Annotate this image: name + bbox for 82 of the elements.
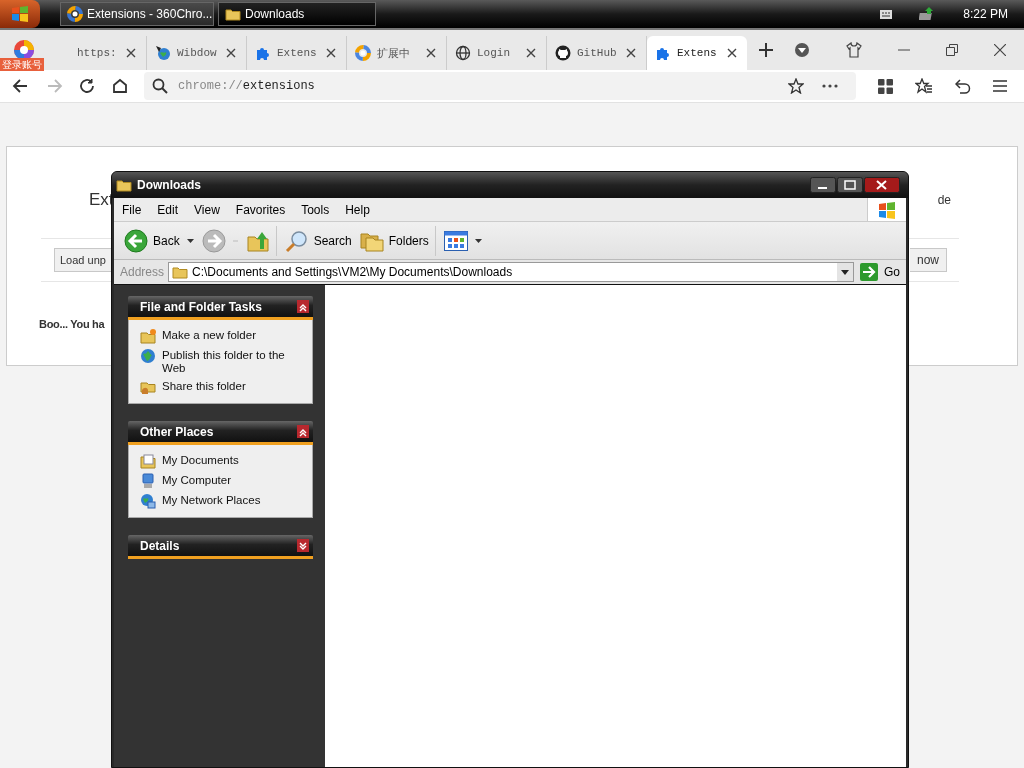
folder-icon [225,7,241,21]
taskbar-button[interactable]: Extensions - 360Chro... [60,2,214,26]
menu-item[interactable]: File [114,202,150,217]
panel-header[interactable]: Other Places [128,421,313,445]
keyboard-icon[interactable] [879,8,894,20]
close-icon[interactable] [727,48,737,58]
collapse-icon[interactable] [297,425,309,438]
panel-header[interactable]: File and Folder Tasks [128,296,313,320]
clock-time: 8:22 PM [963,7,1008,21]
dropdown-circle-icon[interactable] [794,42,810,58]
menu-item[interactable]: Favorites [227,202,294,217]
menu-item[interactable]: Help [337,202,378,217]
computer-icon[interactable] [140,473,156,489]
menu-item[interactable]: Edit [149,202,187,217]
ring-logo-icon [355,45,371,61]
favorites-icon[interactable] [915,78,933,94]
close-icon[interactable] [864,177,900,193]
expand-icon[interactable] [297,539,309,552]
close-icon[interactable] [326,48,336,58]
window-title: Downloads [137,178,201,192]
globe-icon[interactable] [140,348,156,364]
grid-icon[interactable] [878,78,893,94]
restore-icon[interactable] [946,44,958,56]
windows-logo-icon [877,200,897,219]
search-icon [152,78,168,94]
close-icon[interactable] [426,48,436,58]
start-button[interactable] [0,0,40,28]
folder-icon [116,178,132,192]
taskbar-button[interactable]: Downloads [218,2,376,26]
undo-icon[interactable] [955,78,971,94]
folders-button[interactable]: Folders [355,225,436,256]
shirt-icon[interactable] [846,42,862,58]
empty-message: Boo... You ha [39,318,105,330]
go-arrow-icon [860,263,878,281]
puzzle-icon [655,45,671,61]
task-link[interactable]: Make a new folder [162,328,256,342]
task-link[interactable]: My Network Places [162,493,261,507]
windows-logo-icon [11,6,29,22]
reload-icon[interactable] [78,77,96,95]
close-icon[interactable] [526,48,536,58]
toggle-label: de [937,192,951,207]
home-icon[interactable] [111,77,129,95]
address-bar[interactable]: chrome://extensions [144,72,856,100]
star-icon[interactable] [788,78,804,94]
octocat-icon [555,45,571,61]
menu-item[interactable]: Tools [293,202,338,217]
close-icon[interactable] [226,48,236,58]
panel-header[interactable]: Details [128,535,313,559]
close-icon[interactable] [126,48,136,58]
task-link[interactable]: My Computer [162,473,232,487]
folder-icon [172,265,189,279]
close-icon[interactable] [994,44,1006,56]
search-icon [284,228,309,253]
task-link[interactable]: Publish this folder to the Web [162,348,304,375]
back-button[interactable]: Back [120,225,198,256]
documents-folder-icon[interactable] [140,453,156,469]
puzzle-icon [255,45,271,61]
views-icon [443,230,468,251]
back-arrow-icon[interactable] [12,77,30,95]
plus-icon[interactable] [759,43,773,57]
address-label: Address [119,265,166,279]
task-link[interactable]: Share this folder [162,379,246,393]
page-button[interactable]: Load unp [54,248,111,272]
menu-icon[interactable] [993,80,1007,92]
globe-icon [455,45,471,61]
browser-tab[interactable]: Extens [647,36,747,70]
collapse-icon[interactable] [297,300,309,313]
more-icon[interactable] [822,84,838,88]
page-button[interactable]: now [910,248,947,272]
close-icon[interactable] [626,48,636,58]
task-link[interactable]: My Documents [162,453,239,467]
url-text: chrome://extensions [178,79,315,93]
go-button[interactable]: Go [854,263,906,281]
globe-icon [155,45,171,61]
maximize-icon[interactable] [837,177,863,193]
minimize-icon[interactable] [810,177,836,193]
network-icon[interactable] [140,493,156,509]
ring-logo-icon [67,6,83,22]
shared-folder-icon[interactable] [140,379,156,395]
address-field[interactable]: C:\Documents and Settings\VM2\My Documents\Downloads [168,262,854,282]
menu-item[interactable]: View [186,202,228,217]
search-button[interactable]: Search [280,225,356,256]
